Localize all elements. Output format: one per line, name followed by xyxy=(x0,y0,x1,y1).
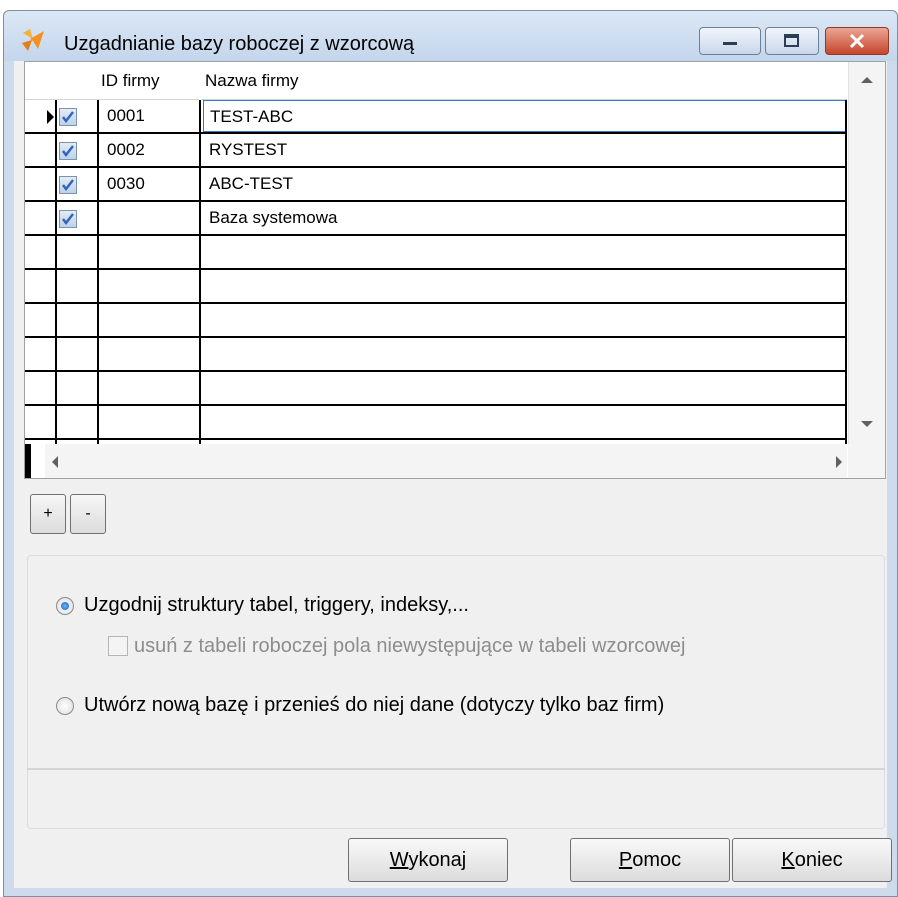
execute-button[interactable]: Wykonaj xyxy=(348,838,508,882)
close-label: oniec xyxy=(794,849,843,871)
sync-structure-radio[interactable] xyxy=(56,597,74,615)
table-row[interactable]: 0001 TEST-ABC xyxy=(25,100,847,134)
table-row[interactable]: 0030 ABC-TEST xyxy=(25,168,847,202)
cell-name[interactable]: Baza systemowa xyxy=(203,202,847,234)
minimize-icon xyxy=(700,28,760,54)
scroll-down-icon[interactable] xyxy=(861,420,873,428)
column-header-id[interactable]: ID firmy xyxy=(97,62,199,100)
minimize-button[interactable] xyxy=(699,27,761,55)
new-database-label[interactable]: Utwórz nową bazę i przenieś do niej dane… xyxy=(84,694,664,717)
grid-line xyxy=(199,100,201,444)
app-icon xyxy=(22,29,44,51)
scroll-left-icon[interactable] xyxy=(51,456,59,468)
cell-id[interactable]: 0001 xyxy=(101,100,201,132)
help-button[interactable]: Pomoc xyxy=(570,838,730,882)
cell-name[interactable]: TEST-ABC xyxy=(203,100,847,132)
scroll-right-icon[interactable] xyxy=(835,456,843,468)
row-checkbox[interactable] xyxy=(59,210,77,228)
close-button[interactable]: Koniec xyxy=(732,838,892,882)
title-bar[interactable]: Uzgadnianie bazy roboczej z wzorcową xyxy=(4,11,897,61)
help-mnemonic: P xyxy=(618,849,633,871)
table-row[interactable]: Baza systemowa xyxy=(25,202,847,236)
empty-row[interactable] xyxy=(25,304,847,338)
empty-row[interactable] xyxy=(25,236,847,270)
execute-mnemonic: W xyxy=(389,849,409,871)
panel-divider xyxy=(27,768,885,770)
empty-row[interactable] xyxy=(25,372,847,406)
row-checkbox[interactable] xyxy=(59,108,77,126)
maximize-button[interactable] xyxy=(765,27,819,55)
vertical-scrollbar[interactable] xyxy=(848,62,885,444)
cell-id[interactable]: 0002 xyxy=(101,134,201,166)
checkbox-header xyxy=(57,62,97,100)
cell-id[interactable]: 0030 xyxy=(101,168,201,200)
companies-grid[interactable]: ID firmy Nazwa firmy 0001 TEST-ABC 0002 … xyxy=(24,61,886,479)
table-row[interactable]: 0002 RYSTEST xyxy=(25,134,847,168)
cell-name[interactable]: ABC-TEST xyxy=(203,168,847,200)
close-mnemonic: K xyxy=(781,849,795,871)
close-window-button[interactable] xyxy=(825,27,889,55)
row-checkbox[interactable] xyxy=(59,142,77,160)
remove-fields-checkbox[interactable] xyxy=(108,636,128,656)
grid-line xyxy=(55,100,57,444)
add-row-button[interactable]: + xyxy=(30,494,66,534)
help-label: omoc xyxy=(632,849,682,871)
row-indicator-header xyxy=(25,62,57,100)
cell-name[interactable]: RYSTEST xyxy=(203,134,847,166)
scrollbar-corner xyxy=(848,444,885,478)
remove-row-button[interactable]: - xyxy=(70,494,106,534)
grid-line xyxy=(845,100,847,444)
row-checkbox[interactable] xyxy=(59,176,77,194)
radio-selected-dot xyxy=(61,602,69,610)
horizontal-scrollbar[interactable] xyxy=(45,444,847,478)
empty-row[interactable] xyxy=(25,338,847,372)
scroll-up-icon[interactable] xyxy=(861,76,873,84)
dialog-content: ID firmy Nazwa firmy 0001 TEST-ABC 0002 … xyxy=(14,61,892,888)
sync-structure-label[interactable]: Uzgodnij struktury tabel, triggery, inde… xyxy=(84,594,469,617)
current-row-icon xyxy=(47,110,54,124)
dialog-window: Uzgadnianie bazy roboczej z wzorcową ID … xyxy=(3,10,898,897)
empty-row[interactable] xyxy=(25,406,847,440)
grid-line xyxy=(97,100,99,444)
cell-id[interactable] xyxy=(101,202,201,234)
window-title: Uzgadnianie bazy roboczej z wzorcową xyxy=(64,33,415,55)
empty-row[interactable] xyxy=(25,270,847,304)
close-icon xyxy=(826,28,888,54)
remove-fields-label[interactable]: usuń z tabeli roboczej pola niewystępują… xyxy=(134,635,685,658)
horizontal-scroll-marker xyxy=(25,444,31,478)
new-database-radio[interactable] xyxy=(56,697,74,715)
execute-label: ykonaj xyxy=(408,849,467,871)
maximize-icon xyxy=(766,28,818,54)
column-header-name[interactable]: Nazwa firmy xyxy=(201,62,847,100)
